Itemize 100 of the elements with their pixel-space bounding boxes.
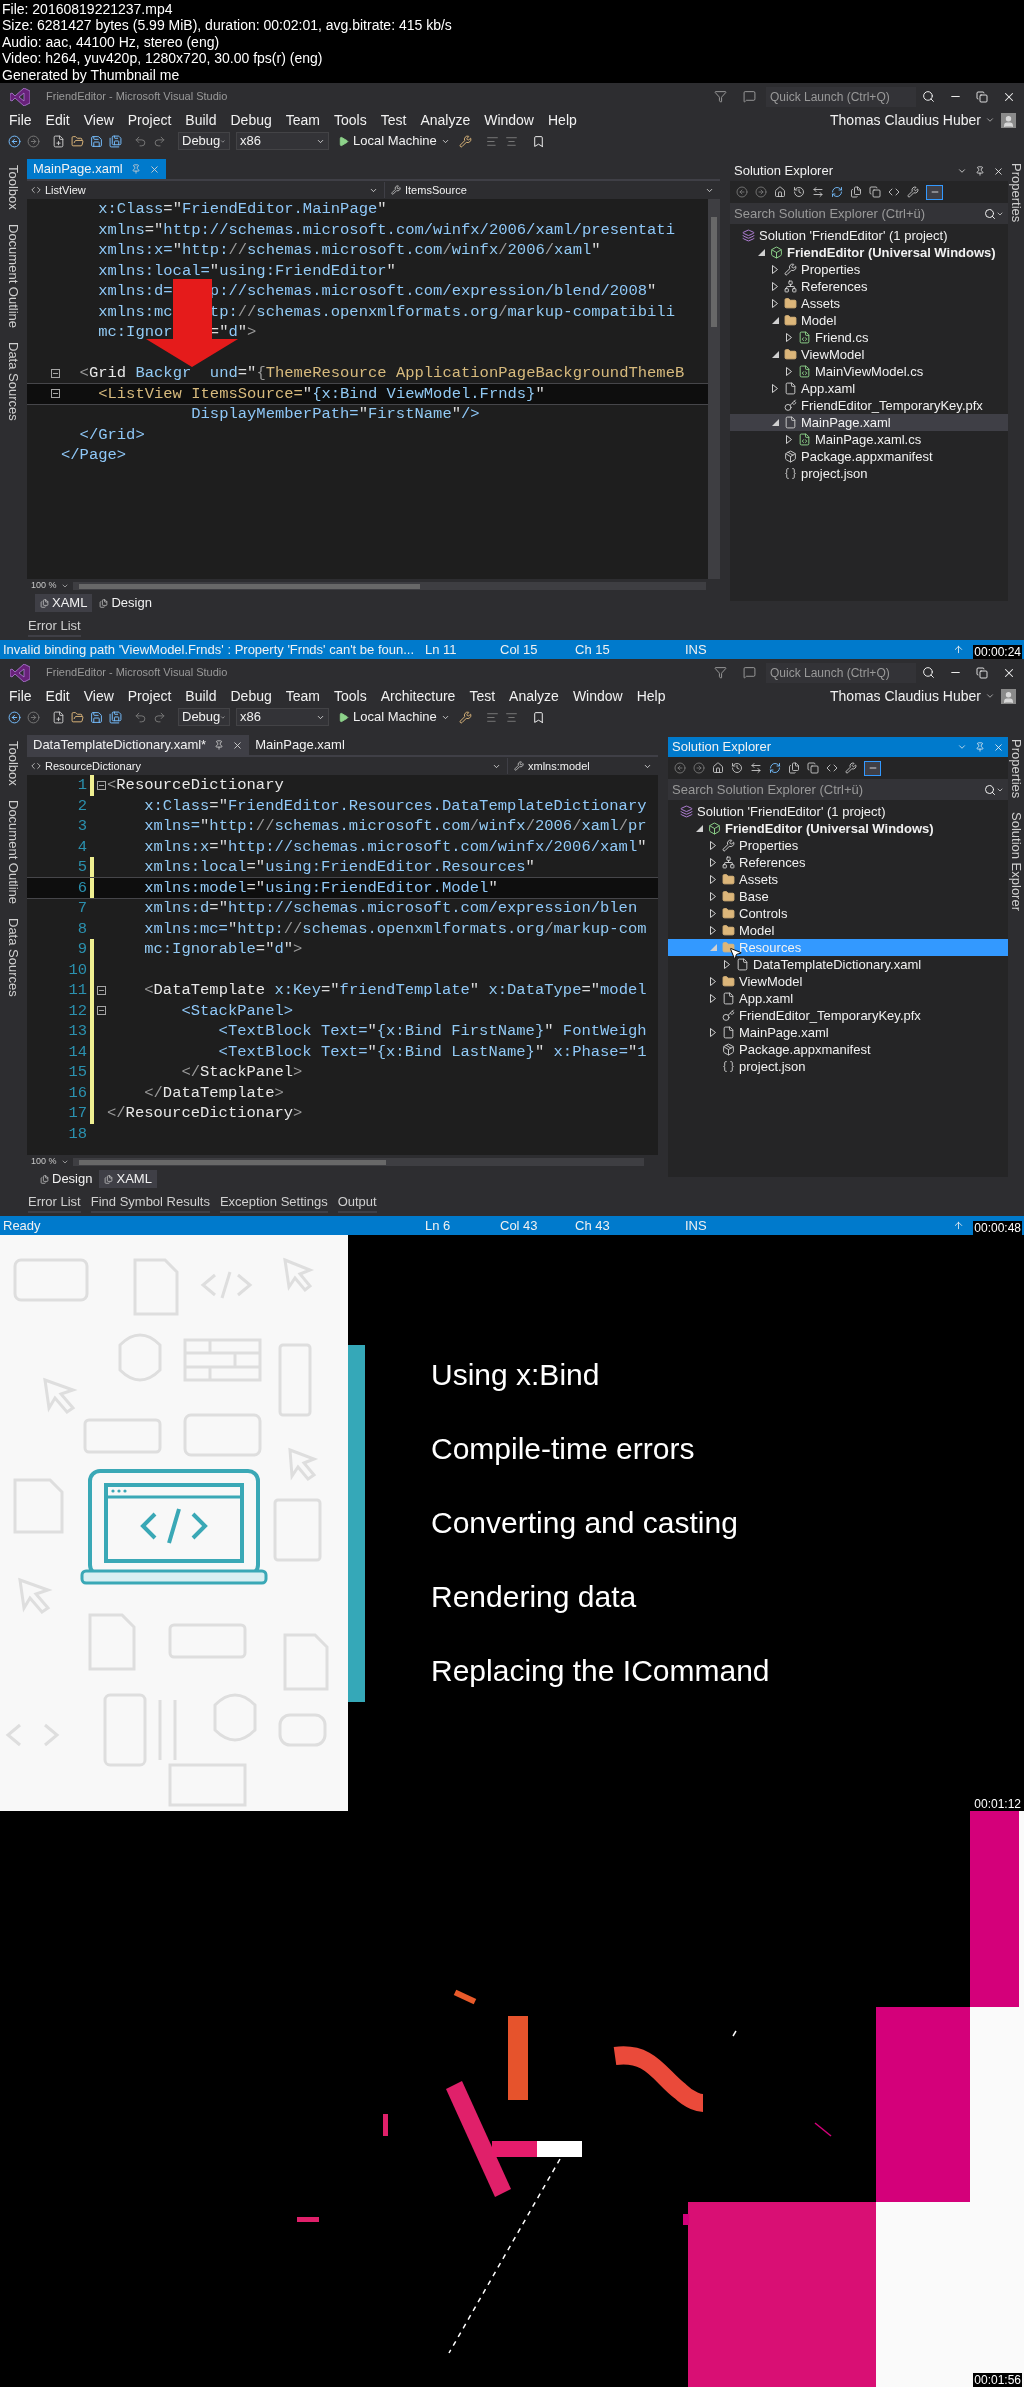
up-arrow-icon[interactable] [953, 644, 964, 655]
tree-item[interactable]: FriendEditor_TemporaryKey.pfx [668, 1007, 1008, 1024]
user-name[interactable]: Thomas Claudius Huber [830, 109, 981, 131]
search-field[interactable]: Search Solution Explorer (Ctrl+ü) [668, 779, 984, 800]
menu-item[interactable]: Team [278, 110, 327, 130]
menu-item[interactable]: View [76, 686, 121, 706]
bookmark-icon[interactable] [531, 134, 545, 148]
menu-item[interactable]: Test [462, 686, 503, 706]
folder-icon[interactable] [722, 941, 735, 954]
collapse-all-icon[interactable] [788, 762, 800, 774]
tree-item[interactable]: ViewModel [668, 973, 1008, 990]
collapse-icon[interactable] [96, 985, 106, 995]
view-tab[interactable]: Design [94, 594, 157, 612]
align-icon[interactable] [485, 710, 499, 724]
code-file-icon[interactable] [798, 331, 811, 344]
search-icon[interactable] [922, 90, 935, 103]
tree-item[interactable]: App.xaml [730, 380, 1008, 397]
menu-item[interactable]: Debug [223, 686, 279, 706]
collapsed-arrow-icon[interactable] [772, 282, 778, 291]
user-name[interactable]: Thomas Claudius Huber [830, 685, 981, 707]
horizontal-scrollbar[interactable] [72, 582, 706, 590]
tree-item[interactable]: Solution 'FriendEditor' (1 project) [668, 803, 1008, 820]
element-dropdown[interactable]: ResourceDictionary [27, 757, 508, 775]
tool-icon[interactable] [458, 134, 472, 148]
bottom-tab[interactable]: Find Symbol Results [90, 1191, 210, 1214]
preview-toggle[interactable] [926, 184, 943, 200]
menu-item[interactable]: Window [565, 686, 630, 706]
save-all-icon[interactable] [109, 710, 122, 724]
menu-item[interactable]: Build [178, 110, 224, 130]
up-arrow-icon[interactable] [953, 1220, 964, 1231]
open-folder-icon[interactable] [71, 710, 84, 724]
quick-launch-field[interactable]: Quick Launch (Ctrl+Q) [766, 662, 916, 683]
scrollbar[interactable] [708, 199, 720, 579]
file-icon[interactable] [736, 958, 749, 971]
pin-icon[interactable] [214, 740, 225, 750]
menu-item[interactable]: Team [278, 686, 327, 706]
collapsed-arrow-icon[interactable] [786, 333, 792, 342]
tree-item[interactable]: Controls [668, 905, 1008, 922]
view-tab[interactable]: XAML [35, 594, 93, 612]
tree-item[interactable]: Package.appxmanifest [730, 448, 1008, 465]
tree-item[interactable]: Friend.cs [730, 329, 1008, 346]
refresh-icon[interactable] [831, 186, 843, 198]
member-dropdown[interactable]: ItemsSource [385, 181, 720, 199]
side-tab[interactable]: Properties [1006, 739, 1024, 799]
side-tab[interactable]: Document Outline [3, 799, 24, 904]
collapsed-arrow-icon[interactable] [772, 299, 778, 308]
configuration-dropdown[interactable]: Debug [178, 708, 230, 726]
tree-item[interactable]: Model [668, 922, 1008, 939]
package-icon[interactable] [784, 450, 797, 463]
platform-dropdown[interactable]: x86 [236, 708, 329, 726]
wrench-icon[interactable] [784, 263, 797, 276]
folder-icon[interactable] [722, 873, 735, 886]
menu-item[interactable]: Build [178, 686, 224, 706]
collapsed-arrow-icon[interactable] [710, 994, 716, 1003]
back-icon[interactable] [8, 134, 21, 148]
forward-icon[interactable] [27, 134, 40, 148]
tool-icon[interactable] [458, 710, 472, 724]
restore-icon[interactable] [976, 90, 988, 103]
zoom-level[interactable]: 100 % [31, 579, 57, 593]
copy-icon[interactable] [807, 762, 819, 774]
collapsed-arrow-icon[interactable] [710, 892, 716, 901]
home-icon[interactable] [774, 186, 786, 198]
bottom-tab[interactable]: Error List [28, 615, 81, 638]
package-icon[interactable] [722, 1043, 735, 1056]
braces-icon[interactable] [784, 467, 797, 480]
project-icon[interactable] [770, 246, 783, 259]
document-tab[interactable]: DataTemplateDictionary.xaml* [27, 735, 250, 755]
tree-item[interactable]: Properties [730, 261, 1008, 278]
copy-icon[interactable] [869, 186, 881, 198]
document-tab[interactable]: MainPage.xaml [249, 735, 351, 755]
close-icon[interactable] [232, 739, 244, 751]
search-button[interactable] [984, 779, 1008, 800]
file-icon[interactable] [722, 1026, 735, 1039]
preview-toggle[interactable] [864, 760, 881, 776]
new-project-icon[interactable] [52, 710, 65, 724]
zoom-level[interactable]: 100 % [31, 1155, 57, 1169]
menu-item[interactable]: Edit [38, 686, 77, 706]
menu-item[interactable]: Project [120, 110, 179, 130]
menu-item[interactable]: File [2, 686, 39, 706]
code-file-icon[interactable] [798, 433, 811, 446]
tree-item[interactable]: MainPage.xaml [668, 1024, 1008, 1041]
undo-icon[interactable] [134, 134, 147, 148]
tree-item[interactable]: FriendEditor (Universal Windows) [730, 244, 1008, 261]
back-icon[interactable] [674, 762, 686, 774]
menu-item[interactable]: Debug [223, 110, 279, 130]
folder-icon[interactable] [784, 297, 797, 310]
search-field[interactable]: Search Solution Explorer (Ctrl+ü) [730, 203, 984, 224]
search-button[interactable] [984, 203, 1008, 224]
collapsed-arrow-icon[interactable] [724, 960, 730, 969]
references-icon[interactable] [722, 856, 735, 869]
menu-item[interactable]: Analyze [502, 686, 566, 706]
braces-icon[interactable] [722, 1060, 735, 1073]
avatar[interactable] [1001, 112, 1016, 128]
tree-item[interactable]: References [730, 278, 1008, 295]
menu-item[interactable]: Window [477, 110, 541, 130]
align-icon[interactable] [485, 134, 499, 148]
key-icon[interactable] [722, 1009, 735, 1022]
run-button[interactable]: Local Machine [335, 132, 453, 150]
align-icon[interactable] [504, 710, 518, 724]
tree-item[interactable]: DataTemplateDictionary.xaml [668, 956, 1008, 973]
